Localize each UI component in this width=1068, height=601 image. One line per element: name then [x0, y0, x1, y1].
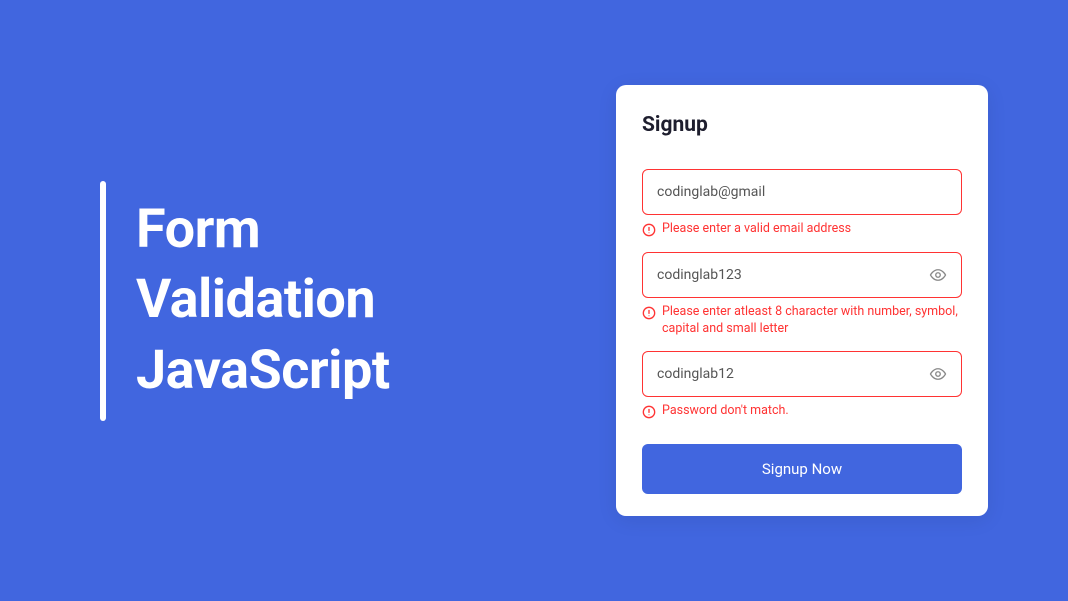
- hero-title-section: Form Validation JavaScript: [100, 181, 390, 421]
- email-error: Please enter a valid email address: [642, 221, 962, 238]
- confirm-password-field: Password don't match.: [642, 351, 962, 420]
- signup-card: Signup Please enter a valid email addres…: [616, 85, 988, 517]
- confirm-password-input[interactable]: [642, 351, 962, 397]
- password-error-text: Please enter atleast 8 character with nu…: [662, 304, 962, 338]
- email-input[interactable]: [642, 169, 962, 215]
- signup-button[interactable]: Signup Now: [642, 444, 962, 494]
- error-icon: [642, 222, 656, 236]
- hero-text: Form Validation JavaScript: [136, 195, 390, 406]
- password-field: Please enter atleast 8 character with nu…: [642, 252, 962, 338]
- eye-icon[interactable]: [928, 265, 948, 285]
- email-error-text: Please enter a valid email address: [662, 221, 851, 238]
- confirm-password-error-text: Password don't match.: [662, 403, 789, 420]
- hero-accent-bar: [100, 181, 106, 421]
- error-icon: [642, 305, 656, 319]
- password-error: Please enter atleast 8 character with nu…: [642, 304, 962, 338]
- error-icon: [642, 404, 656, 418]
- password-input[interactable]: [642, 252, 962, 298]
- hero-line-3: JavaScript: [136, 336, 390, 406]
- hero-line-2: Validation: [136, 265, 390, 335]
- eye-icon[interactable]: [928, 364, 948, 384]
- email-field: Please enter a valid email address: [642, 169, 962, 238]
- hero-line-1: Form: [136, 195, 390, 265]
- confirm-password-error: Password don't match.: [642, 403, 962, 420]
- form-title: Signup: [642, 113, 962, 137]
